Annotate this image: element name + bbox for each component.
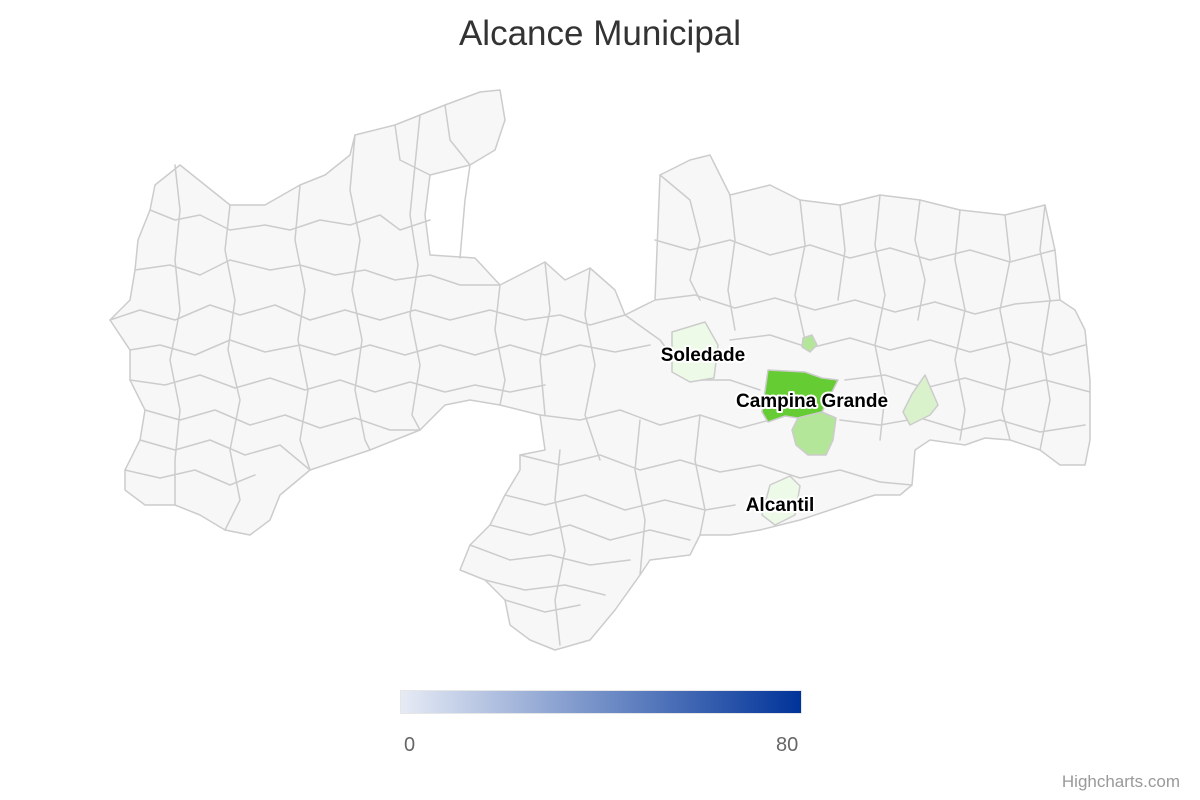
label-alcantil: Alcantil [746,495,815,516]
legend-min-label: 0 [404,734,416,756]
label-soledade: Soledade [661,345,745,366]
credits-link[interactable]: Highcharts.com [1062,772,1180,792]
border-line [459,164,471,259]
legend-max-label: 80 [776,734,799,756]
paraiba-map: Soledade Campina Grande Alcantil [109,89,1091,651]
label-campina-grande: Campina Grande [736,391,888,412]
color-legend: 0 80 [400,690,802,756]
legend-gradient-bar [400,690,802,714]
state-outline [109,89,1091,651]
